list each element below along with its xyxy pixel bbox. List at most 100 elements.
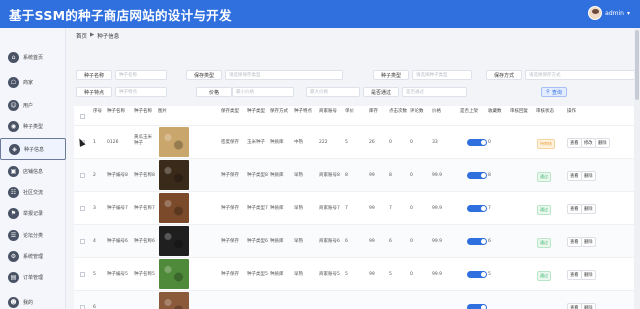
cell-save-way: 种质库 — [270, 239, 284, 244]
cell-save-way: 种质库 — [270, 272, 284, 277]
cell-stock: 99 — [369, 239, 375, 244]
sidebar-item[interactable]: ⌂ 系统首页 — [0, 46, 66, 68]
sidebar-item[interactable]: ☖ 商家 — [0, 71, 66, 93]
cell-stock: 99 — [369, 272, 375, 277]
row-checkbox[interactable] — [80, 305, 85, 309]
breadcrumb-home[interactable]: 首页 — [76, 32, 87, 40]
table-header: 序号 种子名称 种子名称 图片 保存类型 种子类型 保存方式 种子特点 商家账号 单价 库存 点击次数… — [74, 106, 640, 126]
table-row[interactable]: 6查看修改删除 — [74, 291, 640, 309]
filter-input[interactable]: 最大价格 — [306, 87, 360, 97]
listing-toggle[interactable] — [467, 172, 487, 179]
top-header: 基于SSM的种子商店网站的设计与开发 admin ▾ — [0, 0, 640, 28]
filter-input[interactable]: 种子名称 — [115, 70, 167, 80]
view-button[interactable]: 查看 — [567, 171, 582, 181]
listing-toggle[interactable] — [467, 238, 487, 245]
table-row[interactable]: 1 0126 黄瓜玉米种子 密度保存 玉米种子 种质库 中熟 222 5 26 0 0 33 0 待审核 查看… — [74, 126, 640, 159]
seed-image — [159, 226, 189, 256]
cell-price: 99.9 — [432, 272, 443, 277]
chevron-down-icon[interactable]: ▾ — [627, 10, 630, 17]
sidebar-item[interactable]: ◈ 种子信息 — [0, 138, 66, 160]
column-header: 收藏数 — [488, 109, 502, 114]
view-button[interactable]: 查看 — [567, 237, 582, 247]
page-scrollbar[interactable] — [634, 28, 640, 309]
store-icon: ▣ — [8, 165, 19, 177]
user-name[interactable]: admin — [605, 10, 624, 17]
avatar[interactable] — [588, 6, 603, 20]
sidebar-item[interactable]: ⚑ 举报记录 — [0, 202, 66, 224]
column-header: 审核回复 — [510, 109, 528, 114]
app-title: 基于SSM的种子商店网站的设计与开发 — [9, 8, 232, 23]
delete-row-button[interactable]: 删除 — [581, 204, 596, 214]
user-icon: ☺ — [8, 99, 19, 111]
table-row[interactable]: 2 种子编号8 种子名称8 种子保存 种子类型8 种质库 早熟 商家账号8 8 99 8 0 99.9 8… — [74, 159, 640, 192]
column-header: 操作 — [567, 109, 576, 114]
cell-name: 种子名称6 — [134, 239, 155, 244]
filter-input[interactable]: 请选择保存类型 — [225, 70, 343, 80]
edit-button[interactable]: 修改 — [581, 138, 596, 148]
cell-code: 0126 — [107, 140, 119, 145]
cell-code: 种子编号8 — [107, 173, 128, 178]
cell-unit: 7 — [345, 206, 348, 211]
cell-no: 1 — [93, 140, 96, 145]
cell-clicks: 0 — [389, 140, 392, 145]
forum-category-icon: ☰ — [8, 229, 19, 241]
table-row[interactable]: 5 种子编号5 种子名称5 种子保存 种子类型5 种质库 早熟 商家账号5 5 99 5 0 99.9 5… — [74, 258, 640, 291]
cell-unit: 8 — [345, 173, 348, 178]
delete-row-button[interactable]: 删除 — [581, 303, 596, 309]
cell-account: 商家账号7 — [319, 206, 340, 211]
listing-toggle[interactable] — [467, 271, 487, 278]
column-header: 图片 — [158, 109, 167, 114]
cell-store-type: 种子保存 — [221, 173, 239, 178]
select-all-checkbox[interactable] — [80, 114, 85, 119]
sidebar-item-label: 系统首页 — [23, 54, 44, 61]
delete-row-button[interactable]: 删除 — [581, 270, 596, 280]
listing-toggle[interactable] — [467, 304, 487, 309]
cell-feature: 中熟 — [294, 140, 303, 145]
sidebar-item-label: 举报记录 — [23, 210, 44, 217]
listing-toggle[interactable] — [467, 205, 487, 212]
listing-toggle[interactable] — [467, 139, 487, 146]
sidebar-item[interactable]: ▣ 店铺信息 — [0, 160, 66, 182]
filter-input[interactable]: 请选择保存方式 — [525, 70, 635, 80]
filter-label: 保存类型 — [186, 70, 222, 80]
view-button[interactable]: 查看 — [567, 204, 582, 214]
filter-input[interactable]: 请选择种子类型 — [412, 70, 472, 80]
cell-clicks: 6 — [389, 239, 392, 244]
row-checkbox[interactable] — [80, 272, 85, 277]
delete-row-button[interactable]: 删除 — [595, 138, 610, 148]
row-checkbox[interactable] — [80, 206, 85, 211]
sidebar-item[interactable]: ⚙ 系统管理 — [0, 245, 66, 267]
table-row[interactable]: 3 种子编号7 种子名称7 种子保存 种子类型7 种质库 早熟 商家账号7 7 99 7 0 99.9 7… — [74, 192, 640, 225]
seed-image — [159, 160, 189, 190]
cell-no: 6 — [93, 305, 96, 309]
cell-feature: 早熟 — [294, 206, 303, 211]
cell-account: 商家账号5 — [319, 272, 340, 277]
sidebar-item[interactable]: ☰ 论坛分类 — [0, 224, 66, 246]
sidebar-item[interactable]: ◉ 种子类型 — [0, 115, 66, 137]
table-row[interactable]: 4 种子编号6 种子名称6 种子保存 种子类型6 种质库 早熟 商家账号6 6 99 6 0 99.9 6… — [74, 225, 640, 258]
delete-row-button[interactable]: 删除 — [581, 171, 596, 181]
user-menu[interactable]: admin ▾ — [588, 6, 630, 20]
row-checkbox[interactable] — [80, 173, 85, 178]
cell-seed-type: 种子类型8 — [247, 173, 268, 178]
sidebar-item[interactable]: ☺ 用户 — [0, 94, 66, 116]
sidebar-item[interactable]: ☷ 社区交流 — [0, 181, 66, 203]
filter-input[interactable]: 最小价格 — [232, 87, 294, 97]
sidebar-item[interactable]: ▤ 订单管理 — [0, 266, 66, 288]
column-header: 单价 — [345, 109, 354, 114]
filter-input[interactable]: 是否通过 — [402, 87, 467, 97]
scrollbar-thumb[interactable] — [635, 30, 639, 100]
cell-price: 33 — [432, 140, 438, 145]
view-button[interactable]: 查看 — [567, 270, 582, 280]
cell-store-type: 种子保存 — [221, 239, 239, 244]
view-button[interactable]: 查看 — [567, 138, 582, 148]
sidebar-item[interactable]: ☻ 我的 — [0, 291, 66, 309]
delete-row-button[interactable]: 删除 — [581, 237, 596, 247]
view-button[interactable]: 查看 — [567, 303, 582, 309]
row-checkbox[interactable] — [80, 239, 85, 244]
column-header: 审核状态 — [536, 109, 554, 114]
cell-no: 3 — [93, 206, 96, 211]
filter-input[interactable]: 种子特点 — [115, 87, 167, 97]
column-header: 种子名称 — [134, 109, 152, 114]
query-button[interactable]: ⚲ 查询 — [541, 87, 567, 97]
